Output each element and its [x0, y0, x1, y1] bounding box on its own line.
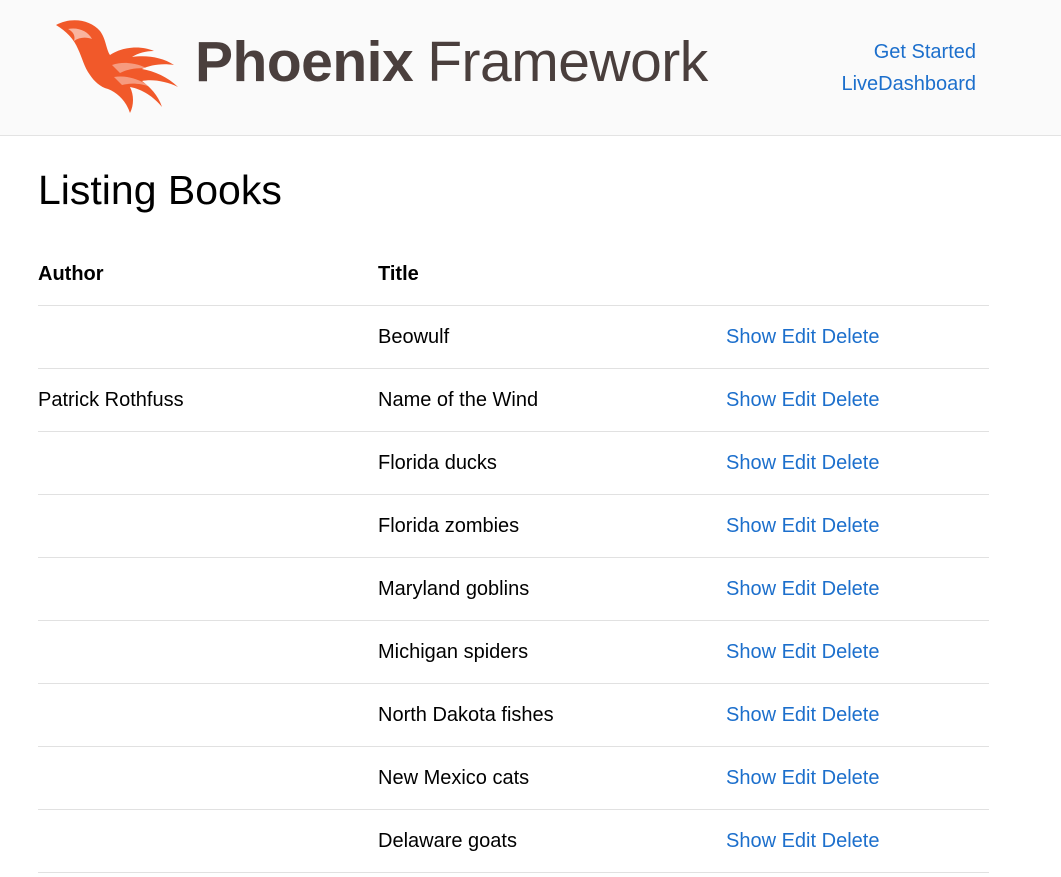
table-row: New Mexico cats Show Edit Delete: [38, 746, 989, 810]
site-header: Phoenix Framework Get Started LiveDashboa…: [0, 0, 1061, 136]
actions-cell: Show Edit Delete: [726, 809, 989, 873]
show-link[interactable]: Show: [726, 641, 776, 663]
edit-link[interactable]: Edit: [782, 704, 816, 726]
logo-wordmark: Phoenix Framework: [195, 27, 708, 97]
logo-brand-light: Framework: [427, 30, 708, 94]
edit-link[interactable]: Edit: [782, 578, 816, 600]
author-cell: [38, 683, 378, 747]
table-header-row: Author Title: [38, 243, 989, 306]
author-cell: [38, 494, 378, 558]
author-cell: [38, 557, 378, 621]
table-row: Patrick Rothfuss Name of the Wind Show E…: [38, 368, 989, 432]
actions-cell: Show Edit Delete: [726, 620, 989, 684]
author-cell: [38, 620, 378, 684]
delete-link[interactable]: Delete: [822, 830, 880, 852]
edit-link[interactable]: Edit: [782, 515, 816, 537]
actions-cell: Show Edit Delete: [726, 746, 989, 810]
actions-cell: Show Edit Delete: [726, 431, 989, 495]
table-row: Michigan spiders Show Edit Delete: [38, 620, 989, 684]
show-link[interactable]: Show: [726, 515, 776, 537]
edit-link[interactable]: Edit: [782, 830, 816, 852]
show-link[interactable]: Show: [726, 704, 776, 726]
page-title: Listing Books: [38, 167, 282, 213]
actions-cell: Show Edit Delete: [726, 683, 989, 747]
table-header: Author Title: [38, 243, 989, 306]
title-cell: Maryland goblins: [378, 557, 726, 621]
delete-link[interactable]: Delete: [822, 326, 880, 348]
edit-link[interactable]: Edit: [782, 389, 816, 411]
delete-link[interactable]: Delete: [822, 452, 880, 474]
show-link[interactable]: Show: [726, 389, 776, 411]
column-header-actions: [726, 243, 989, 306]
actions-cell: Show Edit Delete: [726, 557, 989, 621]
phoenix-logo[interactable]: Phoenix Framework: [50, 17, 720, 115]
delete-link[interactable]: Delete: [822, 389, 880, 411]
get-started-link[interactable]: Get Started: [841, 36, 976, 68]
table-row: Florida ducks Show Edit Delete: [38, 431, 989, 495]
actions-cell: Show Edit Delete: [726, 368, 989, 432]
table-row: Beowulf Show Edit Delete: [38, 305, 989, 369]
delete-link[interactable]: Delete: [822, 515, 880, 537]
title-cell: Beowulf: [378, 305, 726, 369]
table-row: Delaware goats Show Edit Delete: [38, 809, 989, 873]
show-link[interactable]: Show: [726, 326, 776, 348]
title-cell: Delaware goats: [378, 809, 726, 873]
books-table: Author Title Beowulf Show Edit Delete Pa…: [38, 243, 989, 873]
author-cell: Patrick Rothfuss: [38, 368, 378, 432]
title-cell: Florida ducks: [378, 431, 726, 495]
title-cell: Florida zombies: [378, 494, 726, 558]
title-cell: North Dakota fishes: [378, 683, 726, 747]
author-cell: [38, 431, 378, 495]
edit-link[interactable]: Edit: [782, 767, 816, 789]
show-link[interactable]: Show: [726, 767, 776, 789]
title-cell: Michigan spiders: [378, 620, 726, 684]
show-link[interactable]: Show: [726, 830, 776, 852]
delete-link[interactable]: Delete: [822, 578, 880, 600]
logo-brand-bold: Phoenix: [195, 30, 414, 94]
author-cell: [38, 809, 378, 873]
table-row: North Dakota fishes Show Edit Delete: [38, 683, 989, 747]
header-nav: Get Started LiveDashboard: [841, 36, 976, 100]
actions-cell: Show Edit Delete: [726, 494, 989, 558]
title-cell: New Mexico cats: [378, 746, 726, 810]
actions-cell: Show Edit Delete: [726, 305, 989, 369]
table-row: Florida zombies Show Edit Delete: [38, 494, 989, 558]
author-cell: [38, 305, 378, 369]
table-body: Beowulf Show Edit Delete Patrick Rothfus…: [38, 305, 989, 873]
title-cell: Name of the Wind: [378, 368, 726, 432]
delete-link[interactable]: Delete: [822, 767, 880, 789]
show-link[interactable]: Show: [726, 452, 776, 474]
show-link[interactable]: Show: [726, 578, 776, 600]
live-dashboard-link[interactable]: LiveDashboard: [841, 68, 976, 100]
author-cell: [38, 746, 378, 810]
edit-link[interactable]: Edit: [782, 452, 816, 474]
column-header-author: Author: [38, 243, 378, 306]
edit-link[interactable]: Edit: [782, 641, 816, 663]
edit-link[interactable]: Edit: [782, 326, 816, 348]
phoenix-bird-icon: [56, 20, 178, 114]
column-header-title: Title: [378, 243, 726, 306]
delete-link[interactable]: Delete: [822, 704, 880, 726]
delete-link[interactable]: Delete: [822, 641, 880, 663]
table-row: Maryland goblins Show Edit Delete: [38, 557, 989, 621]
